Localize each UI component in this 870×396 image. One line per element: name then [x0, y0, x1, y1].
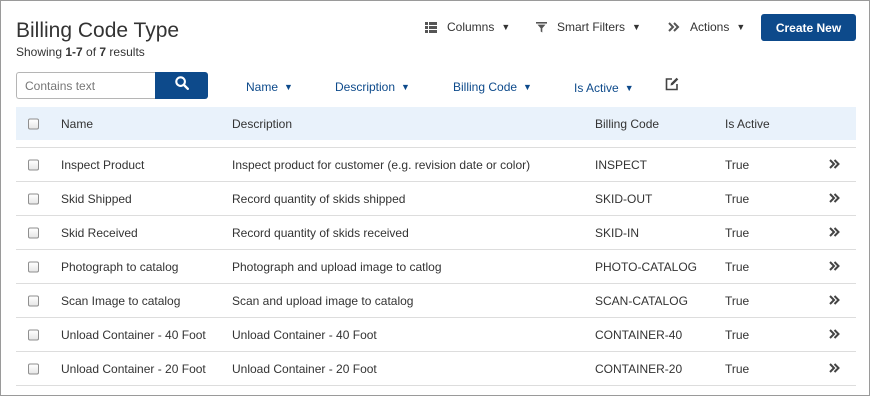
row-is-active: True	[725, 327, 750, 342]
row-name: Skid Shipped	[61, 191, 132, 206]
row-name: Inspect Product	[61, 157, 145, 172]
chevron-down-icon: ▼	[632, 22, 641, 32]
double-chevron-right-icon[interactable]	[829, 192, 840, 206]
edit-square-icon	[665, 77, 679, 95]
table-row: Photograph to catalog Photograph and upl…	[16, 250, 856, 284]
double-chevron-right-icon[interactable]	[829, 226, 840, 240]
row-billing-code: CONTAINER-40	[595, 327, 683, 342]
columns-label: Columns	[447, 20, 495, 34]
column-header-is-active[interactable]: Is Active	[725, 117, 770, 131]
row-description: Photograph and upload image to catlog	[232, 259, 442, 274]
result-count-range: 1-7	[65, 45, 83, 59]
filter-description-label: Description	[335, 80, 396, 94]
columns-button[interactable]: Columns ▼	[425, 20, 510, 34]
double-chevron-right-icon[interactable]	[829, 362, 840, 376]
row-is-active: True	[725, 259, 750, 274]
chevron-down-icon: ▼	[501, 22, 511, 32]
row-checkbox[interactable]	[28, 227, 39, 238]
smart-filters-button[interactable]: Smart Filters ▼	[536, 20, 641, 34]
actions-button[interactable]: Actions ▼	[668, 20, 745, 34]
chevron-down-icon: ▼	[401, 82, 410, 92]
row-checkbox[interactable]	[28, 193, 39, 204]
result-count-of: of	[82, 45, 100, 59]
row-billing-code: SKID-OUT	[595, 191, 653, 206]
result-count: Showing 1-7 of 7 results	[16, 45, 145, 59]
chevron-down-icon: ▼	[624, 83, 634, 93]
search-input[interactable]	[16, 72, 156, 99]
row-description: Record quantity of skids received	[232, 225, 409, 240]
table-row: Skid Shipped Record quantity of skids sh…	[16, 182, 856, 216]
row-description: Unload Container - 20 Foot	[232, 361, 377, 376]
table-row: Unload Container - 40 Foot Unload Contai…	[16, 318, 856, 352]
actions-label: Actions	[690, 20, 730, 34]
double-chevron-right-icon[interactable]	[829, 158, 840, 172]
page-title: Billing Code Type	[16, 19, 180, 42]
row-checkbox[interactable]	[28, 295, 39, 306]
filter-name-dropdown[interactable]: Name ▼	[246, 80, 293, 94]
row-description: Record quantity of skids shipped	[232, 191, 406, 206]
filter-is-active-dropdown[interactable]: Is Active ▼	[574, 81, 634, 95]
column-header-name[interactable]: Name	[61, 117, 93, 131]
row-billing-code: SCAN-CATALOG	[595, 293, 688, 308]
row-is-active: True	[725, 293, 750, 308]
table-header: Name Description Billing Code Is Active	[16, 107, 856, 140]
row-is-active: True	[725, 361, 750, 376]
chevron-down-icon: ▼	[523, 82, 532, 92]
columns-list-icon	[425, 21, 437, 33]
table-header-divider	[16, 140, 856, 148]
table-row: Inspect Product Inspect product for cust…	[16, 148, 856, 182]
funnel-icon	[536, 21, 547, 33]
filter-name-label: Name	[246, 80, 279, 94]
row-name: Photograph to catalog	[61, 259, 179, 274]
row-billing-code: SKID-IN	[595, 225, 640, 240]
double-chevron-right-icon[interactable]	[829, 260, 840, 274]
row-name: Scan Image to catalog	[61, 293, 181, 308]
column-header-description[interactable]: Description	[232, 117, 292, 131]
row-checkbox[interactable]	[28, 329, 39, 340]
row-description: Scan and upload image to catalog	[232, 293, 414, 308]
select-all-checkbox[interactable]	[28, 118, 39, 129]
row-description: Inspect product for customer (e.g. revis…	[232, 157, 531, 172]
row-billing-code: CONTAINER-20	[595, 361, 683, 376]
row-is-active: True	[725, 225, 750, 240]
double-chevron-right-icon[interactable]	[829, 294, 840, 308]
result-count-suffix: results	[106, 45, 145, 59]
search-button[interactable]	[155, 72, 208, 99]
row-is-active: True	[725, 157, 750, 172]
row-checkbox[interactable]	[28, 159, 39, 170]
chevron-down-icon: ▼	[284, 82, 293, 92]
smart-filters-label: Smart Filters	[557, 20, 626, 34]
row-is-active: True	[725, 191, 750, 206]
table-row: Unload Container - 20 Foot Unload Contai…	[16, 352, 856, 386]
chevron-down-icon: ▼	[736, 22, 746, 32]
table-row: Skid Received Record quantity of skids r…	[16, 216, 856, 250]
create-new-button[interactable]: Create New	[761, 14, 856, 41]
row-description: Unload Container - 40 Foot	[232, 327, 377, 342]
filter-is-active-label: Is Active	[574, 81, 619, 95]
search-icon	[174, 76, 189, 95]
filter-billing-code-dropdown[interactable]: Billing Code ▼	[453, 80, 532, 94]
row-checkbox[interactable]	[28, 261, 39, 272]
row-name: Unload Container - 40 Foot	[61, 327, 206, 342]
edit-columns-button[interactable]	[665, 77, 679, 96]
row-checkbox[interactable]	[28, 363, 39, 374]
billing-code-table: Name Description Billing Code Is Active …	[16, 107, 856, 386]
double-chevron-right-icon[interactable]	[829, 328, 840, 342]
result-count-prefix: Showing	[16, 45, 66, 59]
double-chevron-right-icon	[668, 22, 680, 32]
column-header-billing-code[interactable]: Billing Code	[595, 117, 659, 131]
row-name: Unload Container - 20 Foot	[61, 361, 206, 376]
row-billing-code: INSPECT	[595, 157, 648, 172]
filter-description-dropdown[interactable]: Description ▼	[335, 80, 410, 94]
filter-billing-code-label: Billing Code	[453, 80, 518, 94]
row-name: Skid Received	[61, 225, 138, 240]
row-billing-code: PHOTO-CATALOG	[595, 259, 698, 274]
table-row: Scan Image to catalog Scan and upload im…	[16, 284, 856, 318]
